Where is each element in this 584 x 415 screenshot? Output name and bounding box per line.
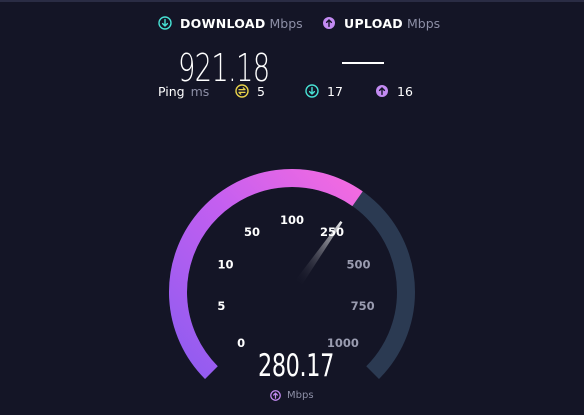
gauge-tick-750: 750 (351, 299, 375, 313)
gauge-tick-50: 50 (244, 225, 260, 239)
upload-arrow-icon (270, 390, 281, 401)
gauge-reading-unit: Mbps (270, 390, 314, 401)
gauge-reading: 280.17 (258, 348, 334, 384)
gauge-tick-labels: 0510501002505007501000 (217, 213, 374, 350)
gauge-tick-5: 5 (217, 299, 225, 313)
gauge-tick-10: 10 (217, 257, 233, 271)
gauge-unit-label: Mbps (287, 390, 314, 401)
gauge-tick-0: 0 (237, 336, 245, 350)
gauge-tick-500: 500 (346, 257, 370, 271)
gauge-tick-250: 250 (320, 225, 344, 239)
gauge-tick-100: 100 (280, 213, 304, 227)
